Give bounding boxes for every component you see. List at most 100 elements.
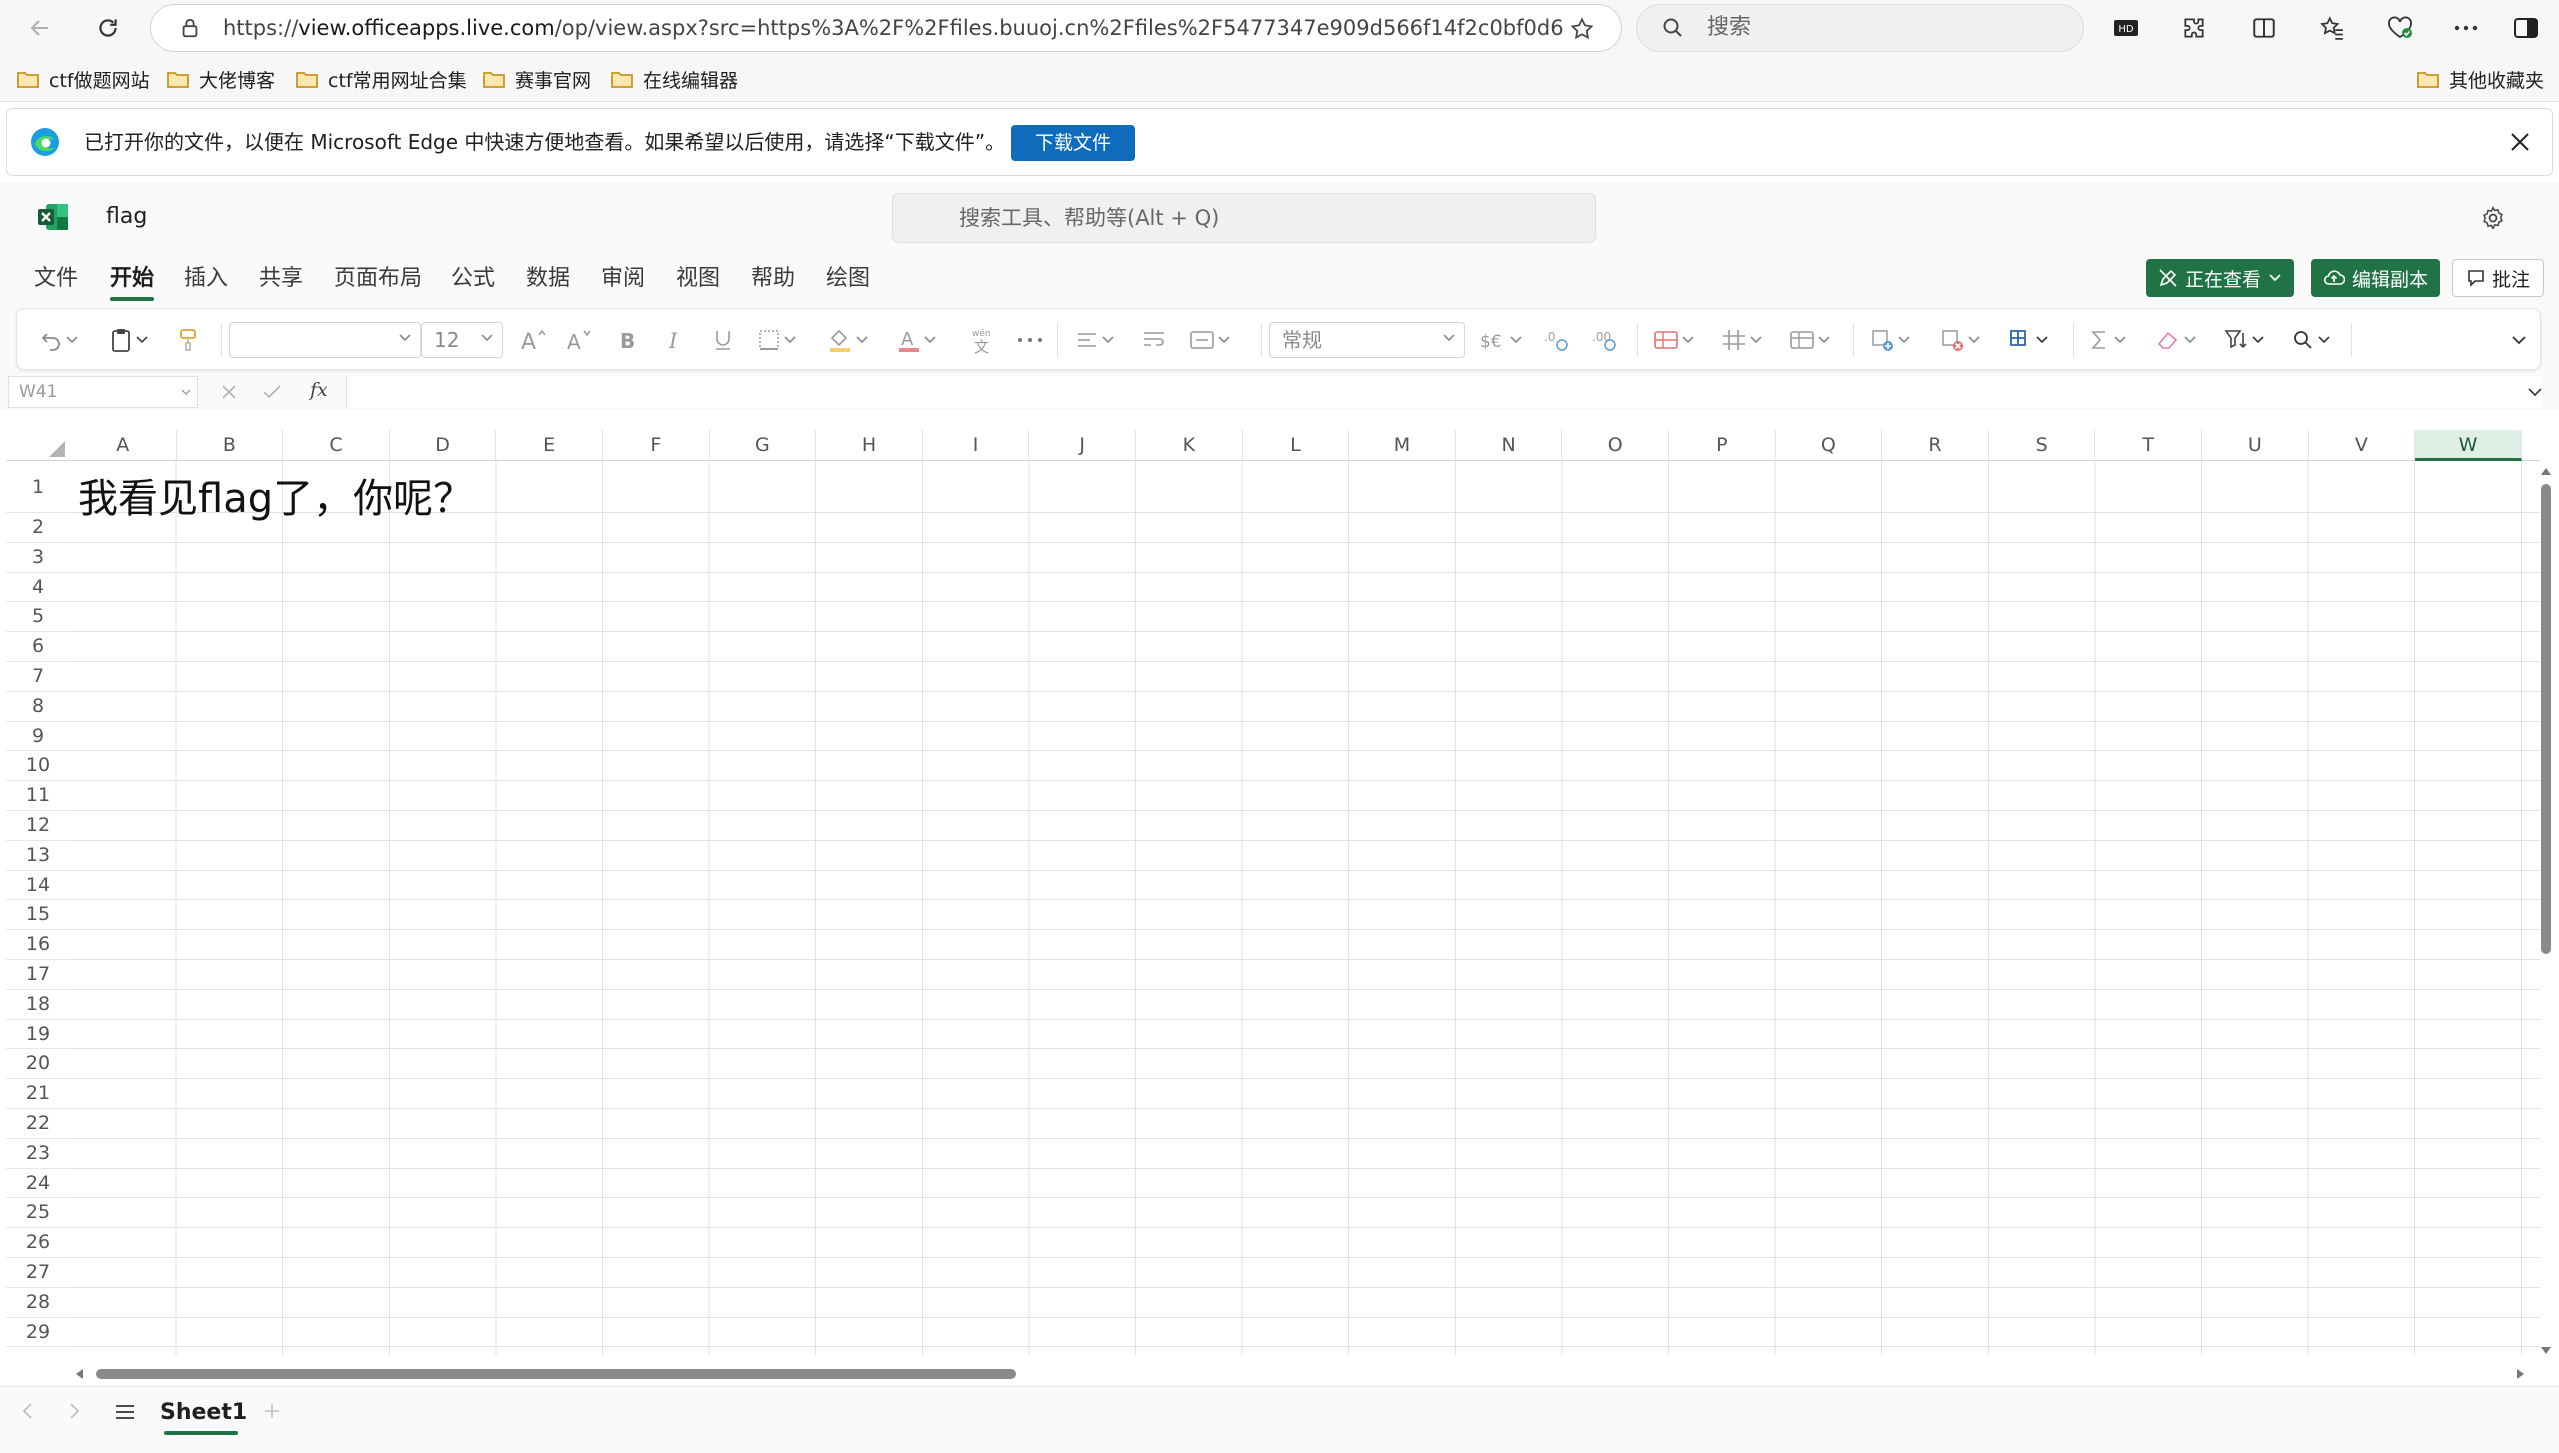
row-header[interactable]: 1 (6, 461, 70, 513)
delete-cells-button[interactable] (1939, 325, 1980, 355)
confirm-entry-icon[interactable] (262, 383, 282, 401)
row-header[interactable]: 3 (6, 543, 70, 573)
row-header[interactable]: 4 (6, 573, 70, 603)
sidebar-toggle-button[interactable] (2508, 10, 2544, 46)
insert-cells-button[interactable] (1869, 325, 1910, 355)
row-header[interactable]: 9 (6, 722, 70, 752)
row-header[interactable]: 5 (6, 602, 70, 633)
cell-styles-button[interactable] (1789, 325, 1830, 355)
phonetic-guide-button[interactable]: wén 文 (969, 325, 997, 355)
tab-review[interactable]: 审阅 (601, 260, 645, 292)
scroll-down-icon[interactable] (2540, 1346, 2552, 1356)
tab-formulas[interactable]: 公式 (451, 260, 495, 292)
column-header[interactable]: K (1136, 430, 1243, 461)
merge-cells-button[interactable] (1189, 325, 1230, 355)
tab-view[interactable]: 视图 (676, 260, 720, 292)
row-header[interactable]: 23 (6, 1139, 70, 1169)
browser-essentials-button[interactable] (2382, 10, 2418, 46)
add-sheet-icon[interactable] (262, 1401, 282, 1421)
favorites-button[interactable] (2314, 10, 2350, 46)
tab-data[interactable]: 数据 (526, 260, 570, 292)
wrap-text-button[interactable] (1141, 325, 1167, 355)
cancel-entry-icon[interactable] (220, 383, 238, 401)
refresh-button[interactable] (88, 8, 128, 48)
row-header[interactable]: 14 (6, 871, 70, 901)
column-header[interactable]: C (283, 430, 390, 461)
bookmark-folder-events[interactable]: 赛事官网 (482, 65, 591, 93)
font-family-dropdown[interactable] (229, 322, 421, 358)
undo-button[interactable] (39, 325, 78, 355)
scroll-left-icon[interactable] (74, 1368, 84, 1380)
format-as-table-button[interactable] (1721, 325, 1762, 355)
select-all-icon[interactable] (48, 440, 66, 458)
horizontal-scrollbar[interactable] (66, 1364, 2536, 1384)
column-header[interactable]: D (390, 430, 497, 461)
formula-input[interactable] (346, 376, 2542, 408)
vertical-scroll-thumb[interactable] (2541, 484, 2551, 954)
align-button[interactable] (1075, 325, 1114, 355)
row-header[interactable]: 15 (6, 900, 70, 931)
increase-decimal-button[interactable]: .0 (1543, 325, 1569, 355)
tab-insert[interactable]: 插入 (184, 260, 228, 292)
row-header[interactable]: 12 (6, 811, 70, 841)
row-header[interactable]: 24 (6, 1169, 70, 1199)
scroll-up-icon[interactable] (2540, 466, 2552, 476)
close-icon[interactable] (2509, 131, 2531, 153)
borders-button[interactable] (757, 325, 796, 355)
clear-button[interactable] (2155, 325, 2196, 355)
all-sheets-menu-icon[interactable] (114, 1403, 136, 1421)
previous-sheet-icon[interactable] (20, 1401, 34, 1421)
paste-button[interactable] (109, 325, 148, 355)
column-header[interactable]: T (2095, 430, 2202, 461)
lock-icon[interactable] (179, 17, 201, 39)
row-header[interactable]: 21 (6, 1079, 70, 1109)
bookmark-folder-ctf-sites[interactable]: ctf做题网站 (16, 65, 150, 93)
insert-function-button[interactable]: fx (310, 379, 328, 401)
column-header[interactable]: S (1989, 430, 2096, 461)
column-header[interactable]: M (1349, 430, 1456, 461)
font-size-dropdown[interactable]: 12 (421, 322, 503, 358)
font-color-button[interactable]: A (897, 325, 936, 355)
viewing-mode-button[interactable]: 正在查看 (2146, 259, 2295, 297)
vertical-scrollbar[interactable] (2536, 462, 2556, 1362)
name-box[interactable]: W41 (8, 376, 198, 408)
column-header[interactable]: A (70, 430, 177, 461)
column-header[interactable]: R (1882, 430, 1989, 461)
scroll-right-icon[interactable] (2516, 1368, 2526, 1380)
column-header[interactable]: I (923, 430, 1030, 461)
sheet-tab-sheet1[interactable]: Sheet1 (160, 1395, 247, 1435)
italic-button[interactable]: I (665, 325, 685, 355)
column-header[interactable]: E (496, 430, 603, 461)
row-header[interactable]: 2 (6, 513, 70, 543)
url-text[interactable]: https://view.officeapps.live.com/op/view… (223, 5, 1563, 51)
row-header[interactable]: 26 (6, 1228, 70, 1258)
row-header[interactable]: 28 (6, 1288, 70, 1318)
split-screen-button[interactable] (2246, 10, 2282, 46)
tab-help[interactable]: 帮助 (751, 260, 795, 292)
bold-button[interactable]: B (617, 325, 637, 355)
reader-mode-button[interactable]: HD (2108, 10, 2144, 46)
column-header[interactable]: U (2202, 430, 2309, 461)
comments-button[interactable]: 批注 (2452, 259, 2544, 297)
row-header[interactable]: 25 (6, 1198, 70, 1229)
bookmark-folder-ctf-urls[interactable]: ctf常用网址合集 (295, 65, 467, 93)
increase-font-size-button[interactable]: A (519, 325, 547, 355)
worksheet-grid[interactable]: ABCDEFGHIJKLMNOPQRSTUVW 1 2 3 4 5 6 7 8 9 10 11 12 1… (6, 430, 2540, 1355)
column-header[interactable]: F (603, 430, 710, 461)
tab-draw[interactable]: 绘图 (826, 260, 870, 292)
conditional-formatting-button[interactable] (1653, 325, 1694, 355)
column-header[interactable]: G (710, 430, 817, 461)
cells-area[interactable] (70, 461, 2540, 1355)
find-button[interactable] (2291, 325, 2330, 355)
file-name[interactable]: flag (106, 204, 147, 229)
address-bar[interactable]: https://view.officeapps.live.com/op/view… (150, 4, 1622, 52)
fill-color-button[interactable] (827, 325, 868, 355)
browser-search-input[interactable]: 搜索 (1636, 4, 2084, 52)
excel-search-input[interactable]: 搜索工具、帮助等(Alt + Q) (892, 193, 1596, 243)
bookmark-folder-other[interactable]: 其他收藏夹 (2416, 65, 2544, 93)
decrease-decimal-button[interactable]: .00 (1591, 325, 1617, 355)
more-button[interactable] (2448, 10, 2484, 46)
row-header[interactable]: 13 (6, 841, 70, 871)
row-header[interactable]: 6 (6, 632, 70, 662)
expand-ribbon-button[interactable] (2511, 325, 2527, 355)
